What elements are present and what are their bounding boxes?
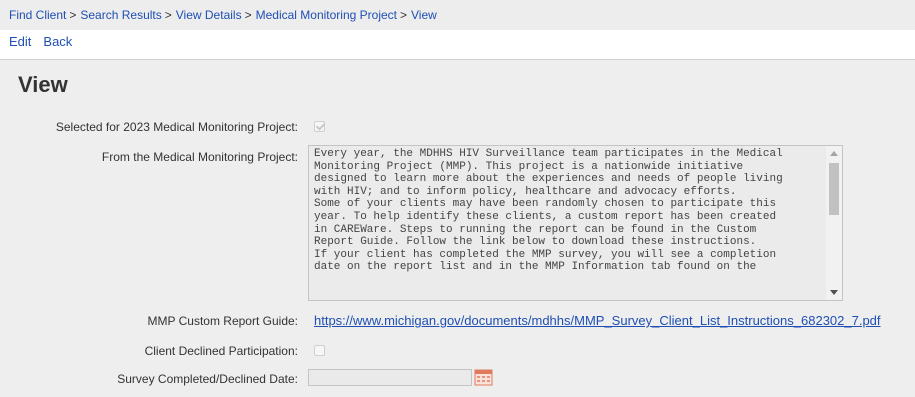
textarea-scrollbar[interactable]: [826, 146, 842, 300]
calendar-icon[interactable]: [474, 369, 493, 386]
client-declined-label: Client Declined Participation:: [144, 344, 298, 358]
breadcrumb-view-details[interactable]: View Details: [176, 8, 242, 22]
breadcrumb-search-results[interactable]: Search Results: [80, 8, 161, 22]
mmp-guide-label: MMP Custom Report Guide:: [147, 314, 299, 328]
back-link[interactable]: Back: [43, 34, 72, 49]
from-mmp-label: From the Medical Monitoring Project:: [101, 150, 298, 164]
breadcrumb: Find Client > Search Results > View Detail…: [0, 0, 915, 30]
from-mmp-textarea[interactable]: Every year, the MDHHS HIV Surveillance t…: [308, 145, 843, 301]
mmp-guide-link[interactable]: https://www.michigan.gov/documents/mdhhs…: [314, 313, 881, 328]
breadcrumb-separator: >: [69, 8, 77, 22]
breadcrumb-medical-monitoring-project[interactable]: Medical Monitoring Project: [256, 8, 397, 22]
selected-for-mmp-label: Selected for 2023 Medical Monitoring Pro…: [55, 120, 298, 134]
scroll-down-arrow-icon[interactable]: [830, 290, 838, 295]
breadcrumb-separator: >: [164, 8, 172, 22]
client-declined-checkbox[interactable]: [314, 345, 325, 356]
survey-date-input[interactable]: [308, 369, 472, 386]
breadcrumb-view[interactable]: View: [411, 8, 437, 22]
edit-link[interactable]: Edit: [9, 34, 31, 49]
from-mmp-text: Every year, the MDHHS HIV Surveillance t…: [314, 148, 783, 274]
breadcrumb-separator: >: [244, 8, 252, 22]
breadcrumb-separator: >: [400, 8, 408, 22]
selected-for-mmp-checkbox[interactable]: [314, 121, 325, 132]
survey-date-label: Survey Completed/Declined Date:: [117, 372, 298, 386]
scroll-up-arrow-icon[interactable]: [830, 151, 838, 156]
page-title: View: [18, 72, 68, 97]
scrollbar-thumb[interactable]: [829, 163, 839, 215]
action-bar: Edit Back: [0, 30, 915, 52]
breadcrumb-find-client[interactable]: Find Client: [9, 8, 66, 22]
